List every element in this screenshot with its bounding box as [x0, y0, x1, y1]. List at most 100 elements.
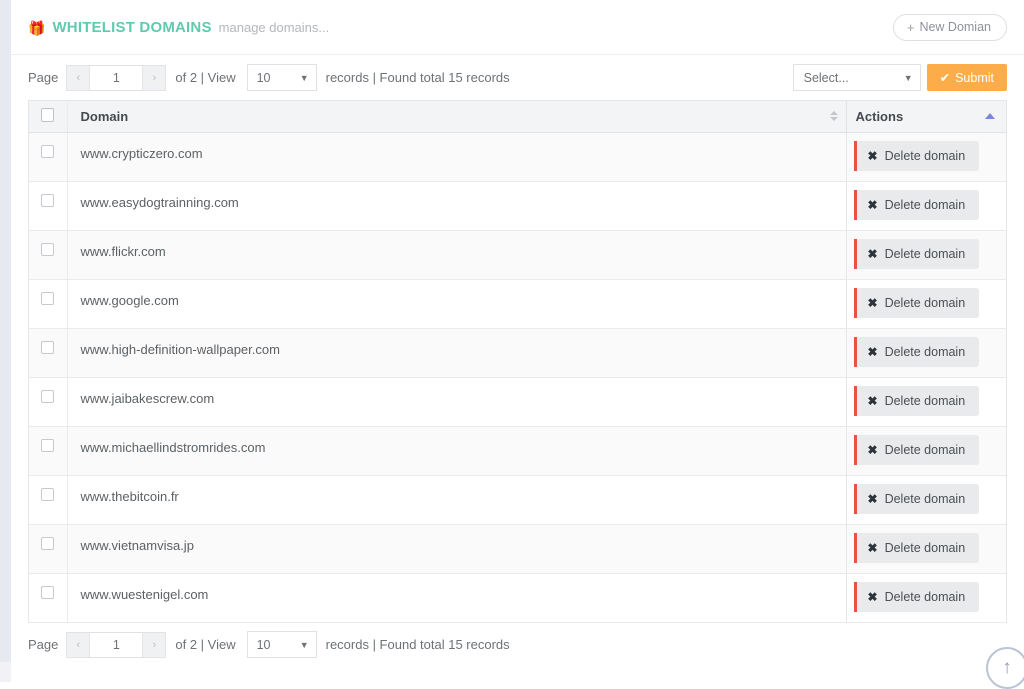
next-page-button[interactable]: › [142, 631, 167, 658]
actions-cell: ✖ Delete domain [845, 377, 1006, 427]
row-select-cell [29, 132, 68, 182]
page-title: 🎁 WHITELIST DOMAINS manage domains... [28, 19, 329, 36]
delete-domain-button-label: Delete domain [884, 393, 966, 408]
row-checkbox[interactable] [41, 389, 55, 403]
close-icon: ✖ [867, 344, 878, 359]
close-icon: ✖ [867, 442, 878, 457]
bulk-action-group: Select... ▼ ✔ Submit [792, 64, 1007, 91]
sort-ascending-icon[interactable] [985, 113, 995, 120]
sidebar-edge-strip [0, 0, 11, 682]
row-select-cell [29, 573, 68, 623]
row-select-cell [29, 328, 68, 378]
column-header-actions[interactable]: Actions [845, 101, 1006, 133]
column-header-actions-label: Actions [855, 108, 904, 124]
bottom-toolbar: Page ‹ › of 2 | View 10 ▼ records | Foun… [11, 623, 1024, 667]
close-icon: ✖ [867, 589, 878, 604]
page-number-input[interactable] [90, 631, 143, 658]
sort-both-icon[interactable] [829, 111, 838, 122]
check-icon: ✔ [939, 71, 951, 85]
delete-domain-button-label: Delete domain [884, 442, 966, 457]
delete-domain-button[interactable]: ✖ Delete domain [853, 238, 980, 269]
row-checkbox[interactable] [41, 193, 55, 207]
close-icon: ✖ [867, 491, 878, 506]
delete-domain-button-label: Delete domain [884, 540, 966, 555]
page-of-label: of 2 | View [175, 637, 236, 652]
page-label: Page [28, 637, 59, 652]
row-checkbox[interactable] [41, 144, 55, 158]
delete-domain-button[interactable]: ✖ Delete domain [853, 581, 980, 612]
delete-domain-button-label: Delete domain [884, 148, 966, 163]
delete-domain-button[interactable]: ✖ Delete domain [853, 189, 980, 220]
actions-cell: ✖ Delete domain [845, 181, 1006, 231]
delete-domain-button[interactable]: ✖ Delete domain [853, 483, 980, 514]
select-all-checkbox[interactable] [41, 107, 55, 122]
domain-cell: www.thebitcoin.fr [67, 475, 846, 525]
row-checkbox[interactable] [41, 291, 55, 305]
per-page-select-wrap: 10 ▼ [243, 64, 317, 91]
scroll-to-top-button[interactable]: ↑ [986, 647, 1024, 689]
close-icon: ✖ [867, 197, 878, 212]
row-select-cell [29, 475, 68, 525]
delete-domain-button[interactable]: ✖ Delete domain [853, 336, 980, 367]
bulk-action-select[interactable]: Select... [792, 64, 921, 91]
table-row: www.michaellindstromrides.com ✖ Delete dom… [29, 426, 1006, 476]
submit-button[interactable]: ✔ Submit [926, 64, 1007, 91]
submit-button-label: Submit [955, 70, 994, 85]
row-checkbox[interactable] [41, 438, 55, 452]
pagination-bottom: Page ‹ › of 2 | View 10 ▼ records | Foun… [28, 631, 510, 658]
table-row: www.jaibakescrew.com ✖ Delete domain [29, 377, 1006, 427]
select-all-header [29, 101, 68, 133]
panel-header: 🎁 WHITELIST DOMAINS manage domains... + … [11, 0, 1024, 55]
actions-cell: ✖ Delete domain [845, 524, 1006, 574]
per-page-select[interactable]: 10 [246, 631, 317, 658]
delete-domain-button-label: Delete domain [884, 344, 966, 359]
actions-cell: ✖ Delete domain [845, 328, 1006, 378]
next-page-button[interactable]: › [142, 64, 167, 91]
table-row: www.wuestenigel.com ✖ Delete domain [29, 573, 1006, 623]
new-domain-button-label: New Domian [919, 19, 991, 34]
per-page-select[interactable]: 10 [246, 64, 317, 91]
prev-page-button[interactable]: ‹ [66, 64, 91, 91]
row-checkbox[interactable] [41, 536, 55, 550]
delete-domain-button[interactable]: ✖ Delete domain [853, 140, 980, 171]
table-row: www.google.com ✖ Delete domain [29, 279, 1006, 329]
table-row: www.flickr.com ✖ Delete domain [29, 230, 1006, 280]
delete-domain-button-label: Delete domain [884, 589, 966, 604]
sidebar-edge-strip-bottom [0, 662, 11, 682]
records-total-label: records | Found total 15 records [325, 637, 510, 652]
delete-domain-button[interactable]: ✖ Delete domain [853, 434, 980, 465]
domain-cell: www.michaellindstromrides.com [67, 426, 846, 476]
table-body: www.crypticzero.com ✖ Delete domain www.eas… [29, 132, 1006, 623]
row-checkbox[interactable] [41, 242, 55, 256]
prev-page-button[interactable]: ‹ [66, 631, 91, 658]
column-header-domain[interactable]: Domain [67, 101, 846, 133]
domain-cell: www.high-definition-wallpaper.com [67, 328, 846, 378]
domains-table-wrapper: Domain Actions www.crypticzero.com ✖ Delet… [28, 100, 1007, 623]
actions-cell: ✖ Delete domain [845, 426, 1006, 476]
row-checkbox[interactable] [41, 487, 55, 501]
actions-cell: ✖ Delete domain [845, 230, 1006, 280]
page-of-label: of 2 | View [175, 70, 236, 85]
column-header-domain-label: Domain [80, 108, 129, 124]
domains-table: Domain Actions www.crypticzero.com ✖ Delet… [29, 101, 1006, 623]
delete-domain-button-label: Delete domain [884, 491, 966, 506]
domain-cell: www.flickr.com [67, 230, 846, 280]
delete-domain-button[interactable]: ✖ Delete domain [853, 287, 980, 318]
close-icon: ✖ [867, 540, 878, 555]
page-number-input[interactable] [90, 64, 143, 91]
close-icon: ✖ [867, 148, 878, 163]
new-domain-button[interactable]: + New Domian [892, 13, 1007, 41]
page-label: Page [28, 70, 59, 85]
delete-domain-button-label: Delete domain [884, 197, 966, 212]
pagination-top: Page ‹ › of 2 | View 10 ▼ records | Foun… [28, 64, 510, 91]
delete-domain-button[interactable]: ✖ Delete domain [853, 532, 980, 563]
page-title-text: WHITELIST DOMAINS [52, 18, 212, 36]
row-select-cell [29, 426, 68, 476]
delete-domain-button-label: Delete domain [884, 246, 966, 261]
row-checkbox[interactable] [41, 585, 55, 599]
row-checkbox[interactable] [41, 340, 55, 354]
domain-cell: www.google.com [67, 279, 846, 329]
table-row: www.easydogtrainning.com ✖ Delete domain [29, 181, 1006, 231]
table-row: www.vietnamvisa.jp ✖ Delete domain [29, 524, 1006, 574]
delete-domain-button[interactable]: ✖ Delete domain [853, 385, 980, 416]
